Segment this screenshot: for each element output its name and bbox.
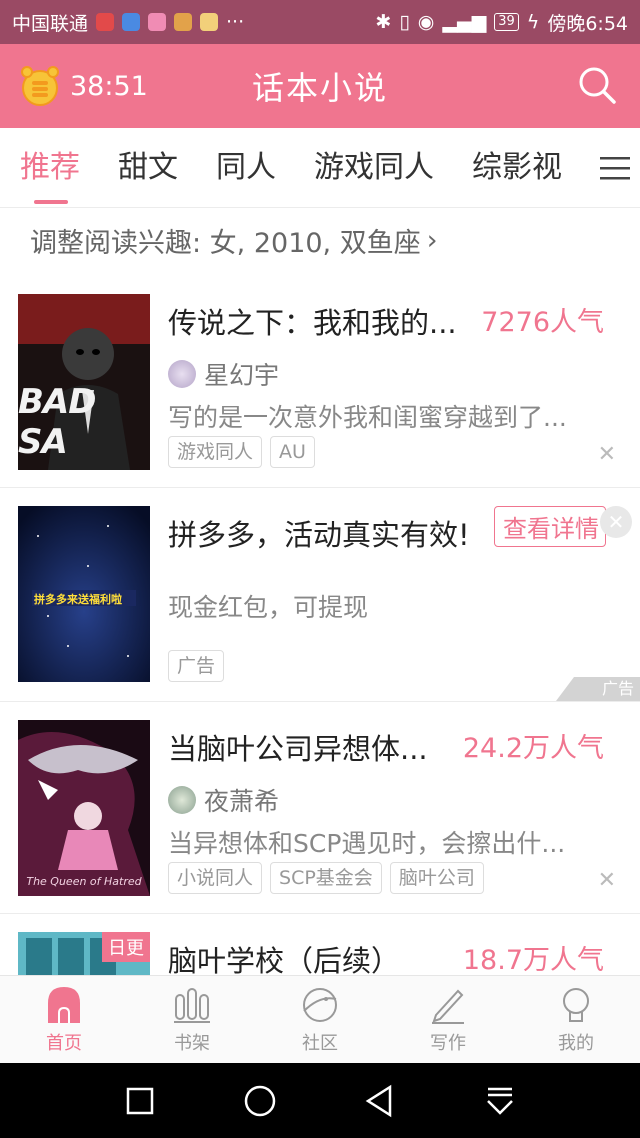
ad-title: 拼多多，活动真实有效!: [168, 518, 470, 552]
carrier-label: 中国联通: [12, 12, 89, 35]
ad-tag: 广告: [168, 650, 225, 682]
avatar: [168, 360, 196, 388]
bookshelf-icon: [174, 988, 210, 1023]
nav-bookshelf[interactable]: 书架: [128, 976, 256, 1063]
tab-sweet[interactable]: 甜文: [98, 128, 178, 208]
story-card[interactable]: 日更 脑叶学校（后续） 18.7万人气: [0, 914, 640, 975]
view-details-button[interactable]: 查看详情: [494, 506, 606, 547]
interest-label: 调整阅读兴趣: 女, 2010, 双鱼座: [30, 227, 421, 259]
menu-icon[interactable]: [600, 156, 630, 180]
nav-write[interactable]: 写作: [384, 976, 512, 1063]
story-description: 写的是一次意外我和闺蜜穿越到了...: [168, 403, 567, 432]
story-title: 脑叶学校（后续）: [168, 944, 401, 975]
notification-app-icon: [96, 13, 115, 31]
tab-film-tv[interactable]: 综影视: [452, 128, 562, 208]
tab-recommend[interactable]: 推荐: [0, 128, 80, 208]
ad-description: 现金红包，可提现: [168, 593, 369, 622]
nav-home-label: 首页: [46, 1033, 82, 1054]
story-title: 传说之下：我和我的...: [168, 306, 457, 340]
author-row[interactable]: 夜萧希: [168, 782, 279, 818]
home-button-icon[interactable]: [240, 1081, 280, 1121]
write-icon: [432, 989, 464, 1024]
battery-indicator: 39: [494, 13, 519, 31]
story-description: 当异想体和SCP遇见时，会擦出什...: [168, 829, 566, 858]
tag[interactable]: AU: [270, 436, 315, 468]
author-row[interactable]: 星幻宇: [168, 356, 279, 392]
tag-list: 小说同人 SCP基金会 脑叶公司: [168, 862, 484, 894]
bluetooth-icon: ✱: [375, 11, 392, 33]
notification-app-icon: [200, 13, 219, 31]
back-icon[interactable]: [360, 1081, 400, 1121]
category-tabs: 推荐 甜文 同人 游戏同人 综影视: [0, 128, 640, 208]
timer-text: 38:51: [70, 70, 148, 102]
ad-card[interactable]: 拼多多来送福利啦 拼多多，活动真实有效! 查看详情 ✕ 现金红包，可提现 广告 …: [0, 488, 640, 702]
notification-app-icon: [174, 13, 193, 31]
close-icon[interactable]: ✕: [598, 868, 616, 893]
story-feed: BAD SA 传说之下：我和我的... 7276人气 星幻宇 写的是一次意外我和…: [0, 272, 640, 975]
clock-label: 傍晚6:54: [547, 12, 628, 35]
community-icon: [303, 988, 337, 1022]
tag[interactable]: 脑叶公司: [389, 862, 484, 894]
story-cover: The Queen of Hatred: [18, 720, 150, 896]
tag[interactable]: 小说同人: [168, 862, 263, 894]
close-icon[interactable]: ✕: [598, 442, 616, 467]
story-card[interactable]: The Queen of Hatred 当脑叶公司异想体... 24.2万人气 …: [0, 702, 640, 914]
close-ad-icon[interactable]: ✕: [600, 506, 632, 538]
nav-profile-label: 我的: [558, 1033, 594, 1054]
eye-icon: ◉: [417, 11, 435, 33]
popularity-count: 18.7万人气: [462, 945, 604, 975]
home-icon: [48, 987, 80, 1023]
story-card[interactable]: BAD SA 传说之下：我和我的... 7276人气 星幻宇 写的是一次意外我和…: [0, 272, 640, 488]
tab-game-fanfic[interactable]: 游戏同人: [294, 128, 434, 208]
daily-update-badge: 日更: [102, 932, 150, 962]
search-icon[interactable]: [576, 64, 618, 106]
popularity-count: 7276人气: [481, 307, 604, 338]
reading-interest-row[interactable]: 调整阅读兴趣: 女, 2010, 双鱼座 ›: [0, 208, 640, 272]
ad-corner-mark: 广告: [556, 677, 640, 701]
app-header: 38:51 话本小说: [0, 44, 640, 128]
notification-app-icon: [148, 13, 167, 31]
charging-icon: ϟ: [526, 11, 540, 33]
tag-list: 游戏同人 AU: [168, 436, 315, 468]
profile-icon: [563, 988, 589, 1022]
cover-lettering: The Queen of Hatred: [26, 875, 142, 888]
author-name: 夜萧希: [204, 787, 280, 816]
avatar: [168, 786, 196, 814]
nav-community[interactable]: 社区: [256, 976, 384, 1063]
chevron-right-icon: ›: [426, 224, 438, 256]
nav-community-label: 社区: [302, 1033, 338, 1054]
vibrate-icon: ▯: [399, 11, 410, 33]
bottom-navigation: 首页 书架 社区 写作 我的: [0, 975, 640, 1063]
story-cover: 日更: [18, 932, 150, 975]
popularity-count: 24.2万人气: [462, 733, 604, 764]
notification-shade-icon[interactable]: [480, 1081, 520, 1121]
author-name: 星幻宇: [204, 361, 280, 390]
ad-cover: 拼多多来送福利啦: [18, 506, 150, 682]
nav-write-label: 写作: [430, 1033, 466, 1054]
tab-fanfic[interactable]: 同人: [196, 128, 276, 208]
ad-cover-text: 拼多多来送福利啦: [34, 593, 122, 606]
notification-app-icon: [122, 13, 141, 31]
cover-lettering: BAD SA: [18, 382, 96, 462]
alarm-clock-icon: [21, 66, 59, 106]
story-title: 当脑叶公司异想体...: [168, 732, 428, 766]
system-navigation-bar: [0, 1063, 640, 1138]
tag[interactable]: SCP基金会: [270, 862, 382, 894]
nav-home[interactable]: 首页: [0, 976, 128, 1063]
signal-icon: ▂▄▆: [442, 11, 487, 33]
story-cover: BAD SA: [18, 294, 150, 470]
ad-tag-list: 广告: [168, 650, 225, 682]
tag[interactable]: 游戏同人: [168, 436, 263, 468]
nav-bookshelf-label: 书架: [174, 1033, 210, 1054]
more-notifications-icon: ···: [226, 11, 245, 33]
recent-apps-icon[interactable]: [120, 1081, 160, 1121]
status-bar: 中国联通 ··· ✱ ▯ ◉ ▂▄▆ 39 ϟ 傍晚6:54: [0, 0, 640, 44]
nav-profile[interactable]: 我的: [512, 976, 640, 1063]
reading-timer[interactable]: 38:51: [18, 64, 148, 108]
